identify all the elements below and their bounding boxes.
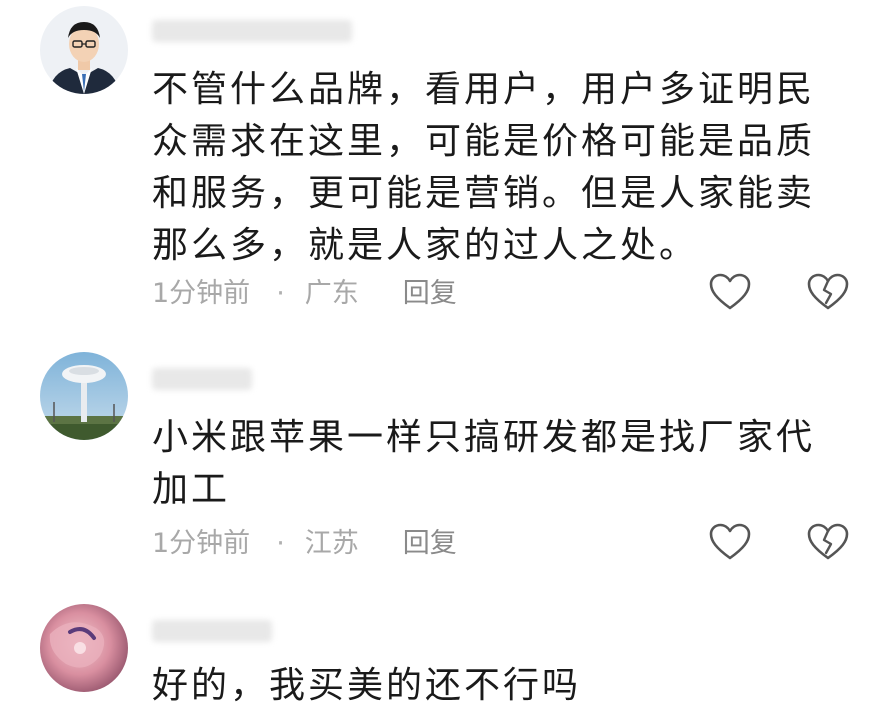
broken-heart-icon (807, 273, 849, 310)
comment-text: 小米跟苹果一样只搞研发都是找厂家代加工 (152, 417, 816, 510)
username[interactable] (152, 14, 352, 46)
avatar[interactable] (40, 6, 128, 94)
comment-text: 好的，我买美的还不行吗 (152, 665, 582, 706)
dislike-button[interactable] (806, 272, 850, 312)
meta-separator: · (276, 278, 285, 309)
like-button[interactable] (708, 522, 752, 562)
heart-icon (709, 523, 751, 560)
comment-time: 1分钟前 (152, 528, 251, 559)
heart-icon (709, 273, 751, 310)
pink-abstract-avatar-icon (40, 604, 128, 692)
comment-item: 不管什么品牌，看用户，用户多证明民众需求在这里，可能是价格可能是品质和服务，更可… (0, 0, 896, 330)
reply-button[interactable]: 回复 (403, 524, 457, 564)
like-button[interactable] (708, 272, 752, 312)
broken-heart-icon (807, 523, 849, 560)
comment-location: 江苏 (304, 528, 359, 559)
reply-button[interactable]: 回复 (403, 274, 457, 314)
meta-separator: · (276, 528, 285, 559)
username[interactable] (152, 362, 252, 394)
comment-text: 不管什么品牌，看用户，用户多证明民众需求在这里，可能是价格可能是品质和服务，更可… (152, 69, 816, 266)
comment-meta: 1分钟前 · 江苏 回复 (152, 524, 457, 564)
comment-time: 1分钟前 (152, 278, 251, 309)
avatar[interactable] (40, 352, 128, 440)
comment-meta: 1分钟前 · 广东 回复 (152, 274, 457, 314)
man-in-suit-avatar-icon (40, 6, 128, 94)
dislike-button[interactable] (806, 522, 850, 562)
username[interactable] (152, 614, 272, 646)
comment-location: 广东 (304, 278, 359, 309)
avatar[interactable] (40, 604, 128, 692)
water-tower-avatar-icon (40, 352, 128, 440)
